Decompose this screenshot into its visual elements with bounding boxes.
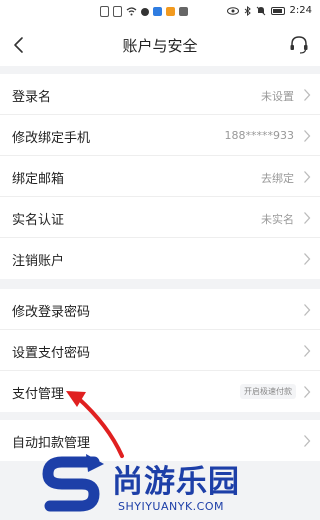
- row-change-phone[interactable]: 修改绑定手机 188*****933: [0, 115, 320, 156]
- row-login-name[interactable]: 登录名 未设置: [0, 74, 320, 115]
- row-label: 修改登录密码: [12, 305, 91, 320]
- account-settings-group: 登录名 未设置 修改绑定手机 188*****933 绑定邮箱 去绑定 实名认证…: [0, 74, 320, 279]
- row-payment-management[interactable]: 支付管理 开启极速付款: [0, 371, 320, 412]
- app-icon-1: [153, 7, 162, 16]
- headset-icon: [290, 36, 308, 54]
- chevron-right-icon: [304, 171, 311, 183]
- customer-service-button[interactable]: [288, 34, 310, 56]
- password-payment-group: 修改登录密码 设置支付密码 支付管理 开启极速付款: [0, 289, 320, 412]
- chevron-right-icon: [304, 386, 311, 398]
- wifi-icon: [126, 7, 137, 16]
- chevron-right-icon: [304, 89, 311, 101]
- clock: 2:24: [289, 5, 312, 16]
- chat-icon: [141, 7, 149, 16]
- row-label: 修改绑定手机: [12, 131, 91, 146]
- row-real-name-verification[interactable]: 实名认证 未实名: [0, 197, 320, 238]
- system-icons: 2:24: [226, 5, 312, 16]
- row-value: 188*****933: [224, 129, 295, 142]
- watermark-text-cn: 尚游乐园: [112, 464, 240, 500]
- row-value: 未设置: [261, 90, 294, 103]
- row-value: 去绑定: [261, 172, 294, 185]
- chevron-right-icon: [304, 304, 311, 316]
- chevron-right-icon: [304, 253, 311, 265]
- row-label: 登录名: [12, 90, 52, 105]
- row-bind-email[interactable]: 绑定邮箱 去绑定: [0, 156, 320, 197]
- app-icon-2: [166, 7, 175, 16]
- row-change-login-password[interactable]: 修改登录密码: [0, 289, 320, 330]
- mute-icon: [256, 6, 265, 15]
- watermark: 尚游乐园 SHYIYUANYK.COM: [40, 452, 320, 520]
- chevron-right-icon: [304, 345, 311, 357]
- chevron-right-icon: [304, 212, 311, 224]
- chevron-right-icon: [304, 435, 311, 447]
- row-delete-account[interactable]: 注销账户: [0, 238, 320, 279]
- status-bar: 2:24: [0, 0, 320, 24]
- row-label: 实名认证: [12, 213, 65, 228]
- watermark-logo-icon: [42, 454, 104, 512]
- sim-icon: [100, 6, 109, 17]
- notification-icons: [100, 6, 188, 17]
- row-label: 绑定邮箱: [12, 172, 65, 187]
- row-value: 未实名: [261, 213, 294, 226]
- row-label: 注销账户: [12, 254, 65, 269]
- watermark-text-en: SHYIYUANYK.COM: [118, 500, 224, 513]
- chevron-right-icon: [304, 130, 311, 142]
- row-label: 支付管理: [12, 387, 65, 402]
- bluetooth-icon: [244, 5, 251, 16]
- app-icon-3: [179, 7, 188, 16]
- eye-icon: [226, 6, 239, 15]
- row-label: 设置支付密码: [12, 346, 91, 361]
- row-label: 自动扣款管理: [12, 436, 91, 451]
- fast-pay-badge: 开启极速付款: [240, 384, 296, 399]
- battery-icon: [270, 6, 285, 15]
- sim-icon-2: [113, 6, 122, 17]
- row-set-payment-password[interactable]: 设置支付密码: [0, 330, 320, 371]
- page-title: 账户与安全: [122, 37, 198, 55]
- header-bar: 账户与安全: [0, 24, 320, 66]
